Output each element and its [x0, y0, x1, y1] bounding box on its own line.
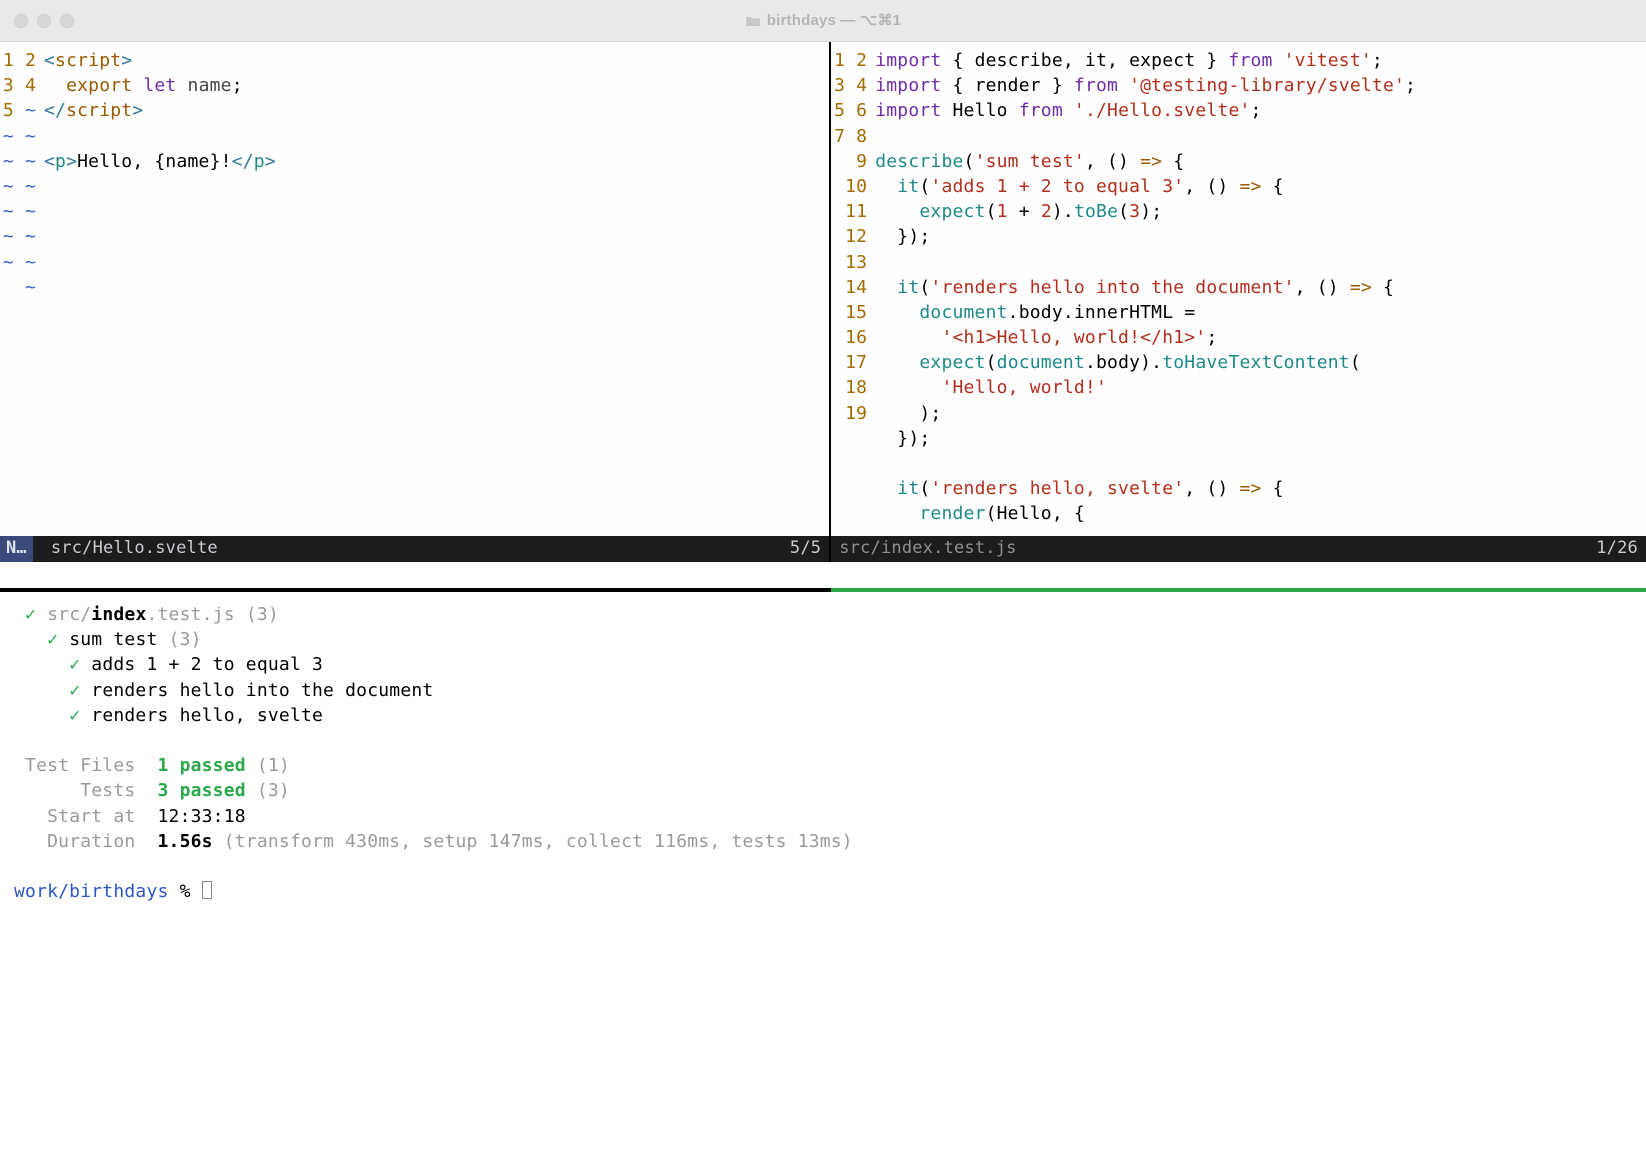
editor-pane-right[interactable]: 1 2 3 4 5 6 7 8 9 10 11 12 13 14 15 16 1… [831, 42, 1646, 562]
code-content-left[interactable]: <script> export let name; </script> <p>H… [44, 48, 829, 536]
code-area-right[interactable]: 1 2 3 4 5 6 7 8 9 10 11 12 13 14 15 16 1… [831, 42, 1646, 536]
zoom-window-button[interactable] [60, 14, 74, 28]
statusbar-right: src/index.test.js 1/26 [831, 536, 1646, 562]
statusbar-left: N… src/Hello.svelte 5/5 [0, 536, 829, 562]
window-titlebar: birthdays — ⌥⌘1 [0, 0, 1646, 42]
workspace: 1 2 3 4 5 ~ ~ ~ ~ ~ ~ ~ ~ ~ ~ ~ ~ ~ ~ <s… [0, 42, 1646, 1156]
pane-gap [0, 562, 1646, 588]
traffic-lights [0, 14, 74, 28]
statusbar-file-right: src/index.test.js [831, 537, 1586, 561]
statusbar-file-left: src/Hello.svelte [43, 537, 780, 561]
window-title: birthdays — ⌥⌘1 [0, 10, 1646, 31]
folder-icon [745, 15, 761, 27]
editor-pane-left[interactable]: 1 2 3 4 5 ~ ~ ~ ~ ~ ~ ~ ~ ~ ~ ~ ~ ~ ~ <s… [0, 42, 831, 562]
statusbar-position-right: 1/26 [1586, 537, 1638, 561]
terminal-cursor [202, 881, 212, 899]
code-content-right[interactable]: import { describe, it, expect } from 'vi… [875, 48, 1646, 536]
close-window-button[interactable] [14, 14, 28, 28]
code-area-left[interactable]: 1 2 3 4 5 ~ ~ ~ ~ ~ ~ ~ ~ ~ ~ ~ ~ ~ ~ <s… [0, 42, 829, 536]
editor-split: 1 2 3 4 5 ~ ~ ~ ~ ~ ~ ~ ~ ~ ~ ~ ~ ~ ~ <s… [0, 42, 1646, 562]
statusbar-position-left: 5/5 [780, 537, 821, 561]
line-gutter-left: 1 2 3 4 5 ~ ~ ~ ~ ~ ~ ~ ~ ~ ~ ~ ~ ~ ~ [0, 48, 44, 536]
minimize-window-button[interactable] [37, 14, 51, 28]
line-gutter-right: 1 2 3 4 5 6 7 8 9 10 11 12 13 14 15 16 1… [831, 48, 875, 536]
vim-mode-indicator: N… [0, 536, 33, 562]
terminal-pane[interactable]: ✓ src/index.test.js (3) ✓ sum test (3) ✓… [0, 592, 1646, 1156]
window-title-text: birthdays — ⌥⌘1 [767, 10, 901, 31]
